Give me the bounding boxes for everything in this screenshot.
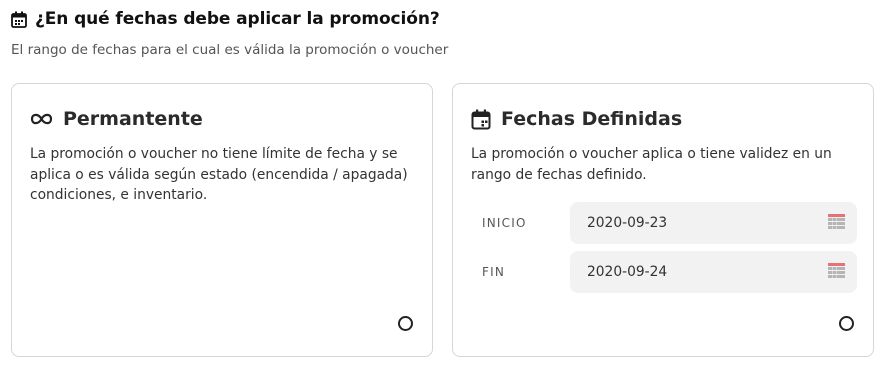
card-header: Fechas Definidas: [471, 106, 682, 132]
section-header: ¿En qué fechas debe aplicar la promoción…: [11, 8, 448, 58]
end-date-row: FIN 2020-09-24: [471, 251, 857, 293]
section-title: ¿En qué fechas debe aplicar la promoción…: [35, 9, 440, 29]
end-date-value: 2020-09-24: [587, 264, 668, 280]
calendar-grid-icon[interactable]: [828, 262, 845, 282]
calendar-grid-icon[interactable]: [828, 213, 845, 233]
title-row: ¿En qué fechas debe aplicar la promoción…: [11, 8, 448, 30]
start-date-value: 2020-09-23: [587, 215, 668, 231]
option-card-permanent[interactable]: Permantente La promoción o voucher no ti…: [11, 83, 433, 357]
radio-defined-dates[interactable]: [839, 316, 854, 331]
start-date-input[interactable]: 2020-09-23: [570, 202, 857, 244]
card-header: Permantente: [30, 106, 203, 132]
card-description: La promoción o voucher no tiene límite d…: [30, 146, 408, 203]
infinity-icon: [30, 112, 53, 126]
section-subtitle: El rango de fechas para el cual es válid…: [11, 42, 449, 58]
start-date-row: INICIO 2020-09-23: [471, 202, 857, 244]
option-card-defined-dates[interactable]: Fechas Definidas La promoción o voucher …: [452, 83, 874, 357]
end-date-label: FIN: [482, 265, 506, 279]
end-date-input[interactable]: 2020-09-24: [570, 251, 857, 293]
card-title: Permantente: [63, 108, 203, 130]
calendar-icon: [11, 11, 27, 28]
start-date-label: INICIO: [482, 216, 527, 230]
calendar-icon: [471, 109, 491, 130]
card-title: Fechas Definidas: [501, 108, 683, 130]
radio-permanent[interactable]: [398, 316, 413, 331]
card-description: La promoción o voucher aplica o tiene va…: [471, 146, 832, 183]
